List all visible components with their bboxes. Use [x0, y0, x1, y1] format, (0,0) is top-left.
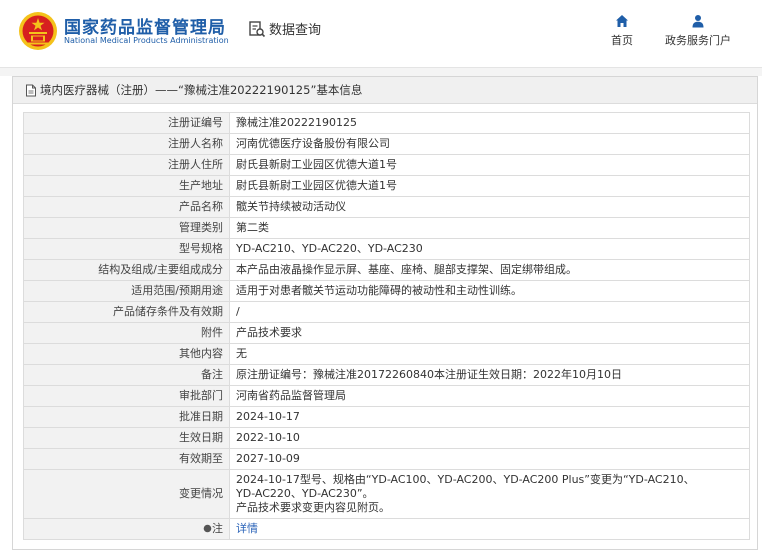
- table-row: 备注 原注册证编号：豫械注准20172260840本注册证生效日期：2022年1…: [23, 364, 750, 386]
- data-query-link[interactable]: 数据查询: [248, 19, 321, 38]
- site-name-en[interactable]: National Medical Products Administration: [64, 36, 229, 45]
- row-value: 河南省药品监督管理局: [229, 385, 750, 407]
- table-row-note: 注 详情: [23, 518, 750, 540]
- table-row-change: 变更情况 2024-10-17型号、规格由“YD-AC100、YD-AC200、…: [23, 469, 750, 519]
- table-row: 审批部门 河南省药品监督管理局: [23, 385, 750, 407]
- row-label: 适用范围/预期用途: [23, 280, 230, 302]
- nav-home[interactable]: 首页: [611, 14, 633, 48]
- document-search-icon: [249, 20, 266, 37]
- row-label: 管理类别: [23, 217, 230, 239]
- table-row: 生产地址 尉氏县新尉工业园区优德大道1号: [23, 175, 750, 197]
- row-value: 无: [229, 343, 750, 365]
- document-icon: [26, 84, 36, 96]
- table-row: 批准日期 2024-10-17: [23, 406, 750, 428]
- row-value: 尉氏县新尉工业园区优德大道1号: [229, 154, 750, 176]
- table-row: 产品储存条件及有效期 /: [23, 301, 750, 323]
- change-value: 2024-10-17型号、规格由“YD-AC100、YD-AC200、YD-AC…: [229, 469, 750, 519]
- table-row: 产品名称 髋关节持续被动活动仪: [23, 196, 750, 218]
- table-row: 其他内容 无: [23, 343, 750, 365]
- change-line: 2024-10-17型号、规格由“YD-AC100、YD-AC200、YD-AC…: [236, 473, 695, 486]
- row-value: 尉氏县新尉工业园区优德大道1号: [229, 175, 750, 197]
- user-icon: [692, 15, 704, 28]
- emblem-icon[interactable]: [18, 11, 58, 51]
- row-label: 审批部门: [23, 385, 230, 407]
- table-row: 注册人名称 河南优德医疗设备股份有限公司: [23, 133, 750, 155]
- row-value: 第二类: [229, 217, 750, 239]
- row-label: 附件: [23, 322, 230, 344]
- row-label: 其他内容: [23, 343, 230, 365]
- home-icon: [616, 15, 628, 27]
- row-label: 型号规格: [23, 238, 230, 260]
- change-line: 产品技术要求变更内容见附页。: [236, 501, 390, 514]
- table-row: 管理类别 第二类: [23, 217, 750, 239]
- row-label: 备注: [23, 364, 230, 386]
- nav-service-portal[interactable]: 政务服务门户: [665, 14, 731, 48]
- nav-service-portal-label: 政务服务门户: [665, 34, 731, 47]
- row-label: 有效期至: [23, 448, 230, 470]
- row-label: 注册证编号: [23, 112, 230, 134]
- row-value: 原注册证编号：豫械注准20172260840本注册证生效日期：2022年10月1…: [229, 364, 750, 386]
- panel-title: 境内医疗器械（注册）——“豫械注准20222190125”基本信息: [40, 83, 363, 97]
- row-label: 注册人名称: [23, 133, 230, 155]
- table-row: 附件 产品技术要求: [23, 322, 750, 344]
- row-label: 产品储存条件及有效期: [23, 301, 230, 323]
- row-value: 产品技术要求: [229, 322, 750, 344]
- row-value: /: [229, 301, 750, 323]
- note-label-cell: 注: [23, 518, 230, 540]
- registration-info-table: 注册证编号 豫械注准20222190125 注册人名称 河南优德医疗设备股份有限…: [23, 112, 750, 540]
- row-label: 注册人住所: [23, 154, 230, 176]
- row-label: 产品名称: [23, 196, 230, 218]
- note-label: 注: [212, 522, 223, 535]
- row-value: 适用于对患者髋关节运动功能障碍的被动性和主动性训练。: [229, 280, 750, 302]
- site-header: 国家药品监督管理局 National Medical Products Admi…: [0, 0, 762, 68]
- site-name-cn[interactable]: 国家药品监督管理局: [64, 13, 226, 38]
- row-value: 河南优德医疗设备股份有限公司: [229, 133, 750, 155]
- row-value: 豫械注准20222190125: [229, 112, 750, 134]
- detail-panel: 境内医疗器械（注册）——“豫械注准20222190125”基本信息 注册证编号 …: [12, 76, 758, 550]
- nav-home-label: 首页: [611, 34, 633, 47]
- panel-title-bar: 境内医疗器械（注册）——“豫械注准20222190125”基本信息: [13, 77, 757, 104]
- gray-band: [0, 68, 762, 76]
- details-link[interactable]: 详情: [236, 522, 258, 535]
- note-value: 详情: [229, 518, 750, 540]
- bullet-icon: [203, 524, 212, 533]
- row-value: 2027-10-09: [229, 448, 750, 470]
- table-row: 有效期至 2027-10-09: [23, 448, 750, 470]
- row-value: 2024-10-17: [229, 406, 750, 428]
- row-label: 结构及组成/主要组成成分: [23, 259, 230, 281]
- change-line: YD-AC220、YD-AC230”。: [236, 487, 374, 500]
- row-value: 本产品由液晶操作显示屏、基座、座椅、腿部支撑架、固定绑带组成。: [229, 259, 750, 281]
- row-label: 生产地址: [23, 175, 230, 197]
- table-row: 适用范围/预期用途 适用于对患者髋关节运动功能障碍的被动性和主动性训练。: [23, 280, 750, 302]
- row-value: 2022-10-10: [229, 427, 750, 449]
- table-row: 生效日期 2022-10-10: [23, 427, 750, 449]
- change-label: 变更情况: [23, 469, 230, 519]
- row-label: 生效日期: [23, 427, 230, 449]
- row-value: YD-AC210、YD-AC220、YD-AC230: [229, 238, 750, 260]
- data-query-label: 数据查询: [269, 23, 322, 38]
- row-label: 批准日期: [23, 406, 230, 428]
- table-row: 结构及组成/主要组成成分 本产品由液晶操作显示屏、基座、座椅、腿部支撑架、固定绑…: [23, 259, 750, 281]
- table-row: 注册人住所 尉氏县新尉工业园区优德大道1号: [23, 154, 750, 176]
- row-value: 髋关节持续被动活动仪: [229, 196, 750, 218]
- table-row: 型号规格 YD-AC210、YD-AC220、YD-AC230: [23, 238, 750, 260]
- table-row: 注册证编号 豫械注准20222190125: [23, 112, 750, 134]
